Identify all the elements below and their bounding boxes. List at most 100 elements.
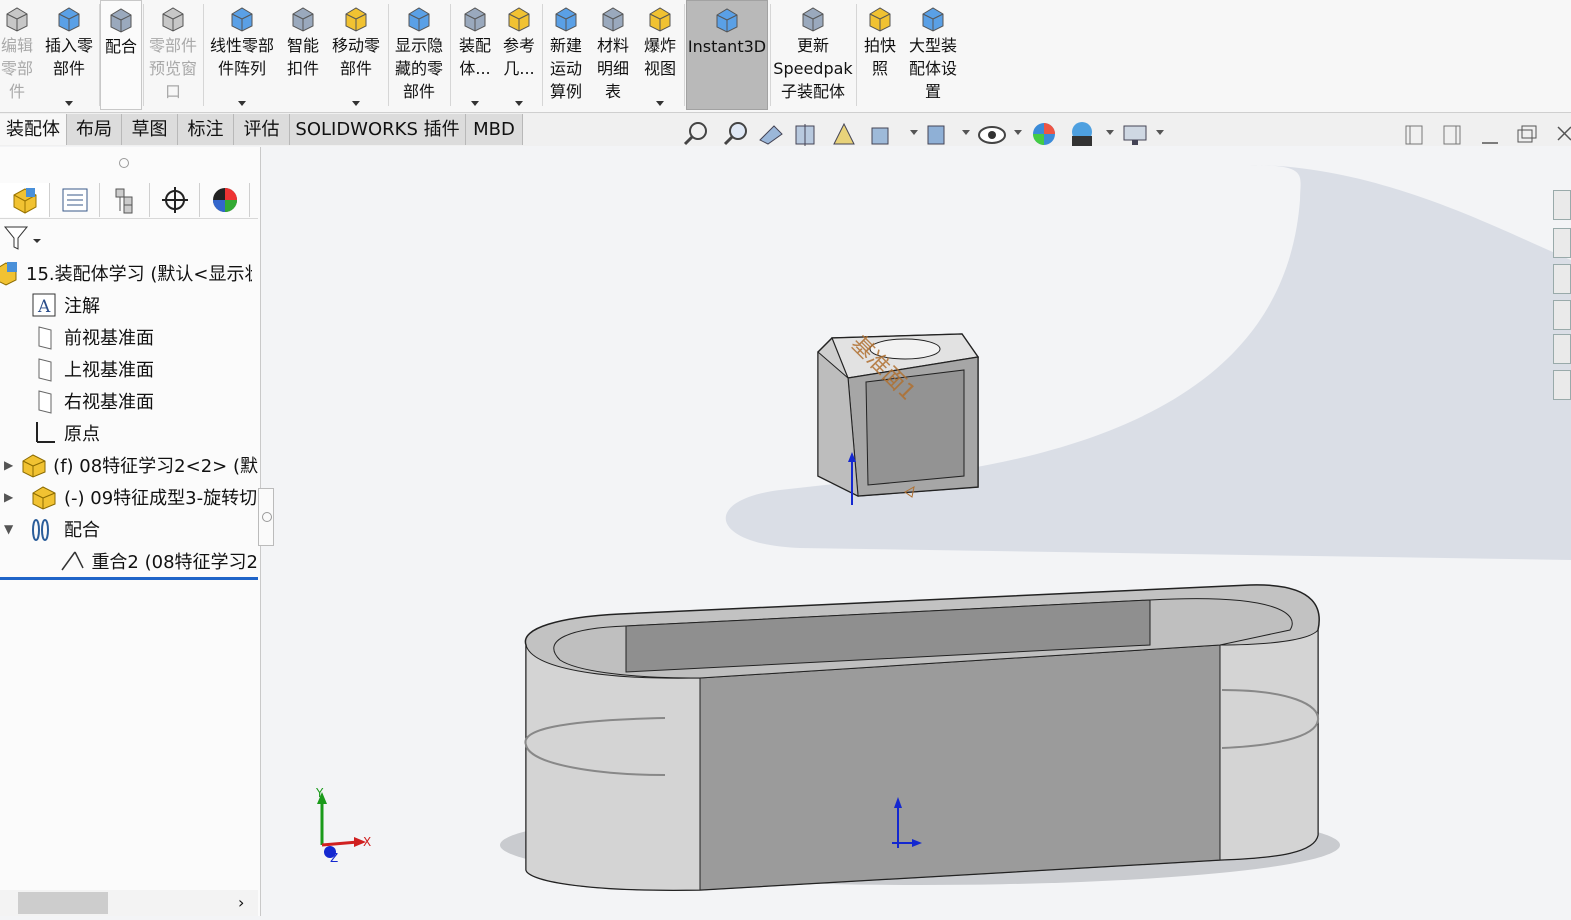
- scroll-right-icon[interactable]: ›: [238, 893, 244, 912]
- task-pane-home-tab[interactable]: [1553, 190, 1571, 220]
- dropdown-arrow-icon[interactable]: [515, 101, 523, 106]
- ribbon-button-label: 移动零 部件: [331, 36, 380, 78]
- task-pane-design-library-tab[interactable]: [1553, 264, 1571, 294]
- part-08-model[interactable]: [817, 333, 980, 505]
- ribbon-button-5[interactable]: 智能 扣件: [282, 0, 324, 110]
- ribbon-button-9[interactable]: 参考 几...: [498, 0, 540, 110]
- heads-up-view-toolbar: [682, 118, 1182, 148]
- dropdown-arrow-icon[interactable]: [238, 101, 246, 106]
- zoom-to-fit-icon[interactable]: [683, 122, 707, 146]
- dropdown-arrow-icon[interactable]: [352, 101, 360, 106]
- tree-item-label: 重合2 (08特征学习2: [91, 552, 258, 573]
- tree-root-assembly[interactable]: 15.装配体学习 (默认<显示状: [0, 257, 252, 289]
- ribbon-button-2[interactable]: 配合: [100, 0, 142, 110]
- expand-toggle-icon[interactable]: ▶: [0, 458, 21, 472]
- tab-mbd[interactable]: MBD: [466, 114, 523, 145]
- task-pane-custom-properties-tab[interactable]: [1553, 370, 1571, 400]
- origin-icon: [30, 419, 58, 447]
- edit-appearance-icon[interactable]: [1033, 123, 1055, 145]
- task-pane-appearances-tab[interactable]: [1553, 334, 1571, 364]
- coincident-mate-icon: [59, 547, 85, 575]
- ribbon-button-6[interactable]: 移动零 部件: [327, 0, 385, 110]
- dropdown-arrow-icon[interactable]: [656, 101, 664, 106]
- previous-view-icon[interactable]: [759, 125, 783, 145]
- dimxpert-tab[interactable]: [150, 183, 200, 217]
- tree-item[interactable]: 右视基准面: [0, 385, 258, 417]
- propertymanager-tab[interactable]: [50, 183, 100, 217]
- tab-markup[interactable]: 标注: [178, 114, 234, 145]
- featuremanager-tree-icon: [13, 188, 36, 214]
- reference-geometry-icon: [504, 3, 534, 33]
- dynamic-annotation-icon[interactable]: [833, 122, 855, 145]
- ribbon-button-14[interactable]: 更新 Speedpak 子装配体: [771, 0, 855, 110]
- ribbon-button-13[interactable]: Instant3D: [686, 0, 768, 110]
- ribbon-button-label: 参考 几...: [502, 36, 535, 78]
- tree-item[interactable]: ▶ (f) 08特征学习2<2> (默: [0, 449, 258, 481]
- svg-text:A: A: [37, 297, 51, 317]
- ribbon-button-8[interactable]: 装配 体...: [452, 0, 498, 110]
- displaymanager-tab[interactable]: [200, 183, 250, 217]
- triad-z-label: Z: [330, 851, 338, 865]
- view-settings-icon[interactable]: [1123, 125, 1164, 145]
- ribbon-button-11[interactable]: 材料 明细 表: [590, 0, 636, 110]
- exploded-view-icon: [645, 3, 675, 33]
- ribbon-button-label: 零部件 预览窗 口: [148, 36, 197, 101]
- maximize-icon[interactable]: [1517, 125, 1537, 143]
- tree-item-label: 上视基准面: [64, 360, 154, 381]
- task-pane-resources-tab[interactable]: [1553, 228, 1571, 258]
- tree-item[interactable]: 上视基准面: [0, 353, 258, 385]
- panel-splitter-handle[interactable]: [119, 158, 129, 168]
- tree-item[interactable]: 重合2 (08特征学习2: [0, 545, 258, 577]
- tree-item[interactable]: A 注解: [0, 289, 258, 321]
- section-view-icon[interactable]: [795, 124, 815, 146]
- featuremanager-tab[interactable]: [0, 183, 50, 217]
- tree-item-label: 右视基准面: [64, 392, 154, 413]
- window-controls: [1400, 121, 1571, 149]
- tree-item[interactable]: ▼ 配合: [0, 513, 258, 545]
- ribbon-button-10[interactable]: 新建 运动 算例: [544, 0, 588, 110]
- ribbon-button-4[interactable]: 线性零部 件阵列: [205, 0, 279, 110]
- display-style-icon[interactable]: [927, 125, 970, 145]
- ribbon-button-16[interactable]: 大型装 配体设 置: [902, 0, 964, 110]
- hide-show-items-icon[interactable]: [978, 126, 1022, 144]
- task-pane-file-explorer-tab[interactable]: [1553, 300, 1571, 330]
- close-icon[interactable]: [1557, 126, 1571, 141]
- tree-item[interactable]: 原点: [0, 417, 258, 449]
- apply-scene-icon[interactable]: [1072, 122, 1114, 146]
- ribbon-button-15[interactable]: 拍快 照: [858, 0, 902, 110]
- restore-left-icon[interactable]: [1405, 125, 1423, 145]
- ribbon-separator: [770, 4, 771, 106]
- expand-toggle-icon[interactable]: ▼: [0, 522, 30, 536]
- triad-x-label: X: [363, 835, 371, 849]
- scrollbar-thumb[interactable]: [18, 892, 108, 914]
- tree-item[interactable]: ▶ (-) 09特征成型3-旋转切: [0, 481, 258, 513]
- ribbon-button-0[interactable]: 编辑 零部 件: [0, 0, 34, 110]
- ribbon-button-3[interactable]: 零部件 预览窗 口: [144, 0, 202, 110]
- tab-assembly[interactable]: 装配体: [0, 114, 67, 145]
- ribbon-button-label: 装配 体...: [458, 36, 491, 78]
- ribbon-button-1[interactable]: 插入零 部件: [38, 0, 100, 110]
- part-09-model[interactable]: [524, 584, 1320, 891]
- zoom-area-icon[interactable]: [723, 122, 747, 146]
- tab-evaluate[interactable]: 评估: [234, 114, 290, 145]
- ribbon-separator: [99, 4, 100, 106]
- tree-rollback-bar[interactable]: [0, 577, 258, 580]
- tab-sketch[interactable]: 草图: [122, 114, 178, 145]
- restore-right-icon[interactable]: [1443, 125, 1461, 145]
- dropdown-arrow-icon[interactable]: [65, 101, 73, 106]
- tree-item[interactable]: 前视基准面: [0, 321, 258, 353]
- large-assembly-icon: [918, 3, 948, 33]
- ribbon-button-7[interactable]: 显示隐 藏的零 部件: [390, 0, 448, 110]
- filter-button[interactable]: [2, 223, 42, 257]
- tab-layout[interactable]: 布局: [67, 114, 122, 145]
- ribbon-button-12[interactable]: 爆炸 视图: [636, 0, 684, 110]
- dropdown-arrow-icon[interactable]: [471, 101, 479, 106]
- configurationmanager-tab[interactable]: [100, 183, 150, 217]
- ribbon-separator: [388, 4, 389, 106]
- tree-horizontal-scrollbar[interactable]: ›: [0, 890, 258, 916]
- plane-icon: [30, 355, 58, 383]
- graphics-area[interactable]: 基准面1 Y X Z: [262, 147, 1571, 916]
- tab-solidworks-addins[interactable]: SOLIDWORKS 插件: [290, 114, 466, 145]
- expand-toggle-icon[interactable]: ▶: [0, 490, 30, 504]
- view-orientation-icon[interactable]: [871, 127, 918, 145]
